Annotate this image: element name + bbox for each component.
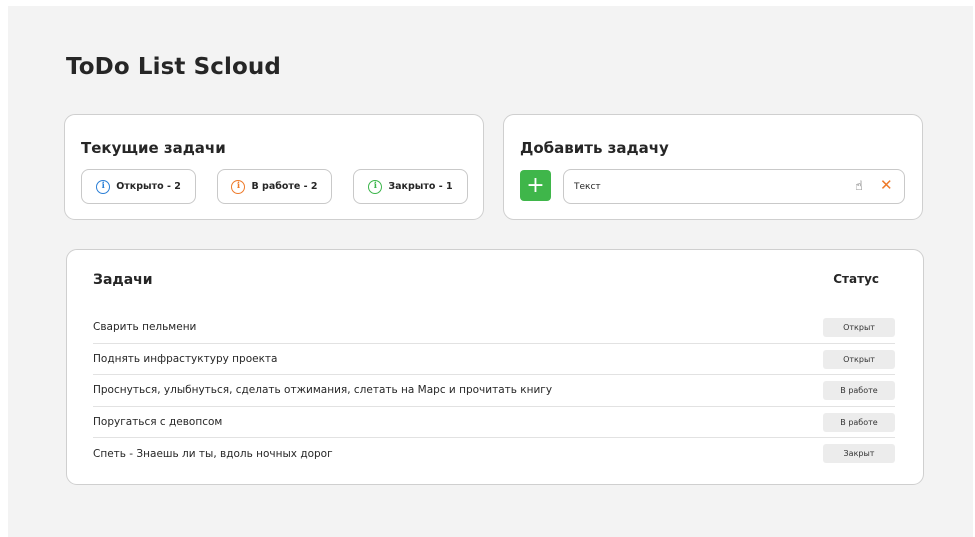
- open-count-label: Открыто - 2: [116, 181, 181, 192]
- closed-count-chip[interactable]: i Закрыто - 1: [353, 169, 468, 204]
- task-text: Поднять инфрастуктуру проекта: [93, 352, 278, 365]
- info-icon: i: [231, 179, 246, 194]
- task-input[interactable]: [574, 170, 844, 203]
- task-row[interactable]: Проснуться, улыбнуться, сделать отжимани…: [93, 375, 895, 407]
- closed-count-label: Закрыто - 1: [388, 181, 453, 192]
- add-task-button[interactable]: +: [520, 170, 551, 201]
- task-text: Сварить пельмени: [93, 321, 197, 334]
- app-canvas: ToDo List Scloud Текущие задачи i Открыт…: [8, 6, 973, 537]
- status-badge[interactable]: Открыт: [823, 349, 895, 369]
- tasks-card: Задачи Статус Сварить пельмени Открыт По…: [66, 249, 924, 485]
- task-text: Проснуться, улыбнуться, сделать отжимани…: [93, 384, 553, 397]
- tasks-title: Задачи: [93, 272, 153, 288]
- plus-icon: +: [526, 172, 545, 198]
- status-column-header: Статус: [833, 272, 879, 286]
- add-task-title: Добавить задачу: [520, 139, 669, 157]
- task-row[interactable]: Сварить пельмени Открыт: [93, 312, 895, 344]
- task-text: Спеть - Знаешь ли ты, вдоль ночных дорог: [93, 447, 333, 460]
- current-tasks-card: Текущие задачи i Открыто - 2 i В работе …: [64, 114, 484, 220]
- task-row[interactable]: Спеть - Знаешь ли ты, вдоль ночных дорог…: [93, 438, 895, 470]
- task-row[interactable]: Поругаться с девопсом В работе: [93, 407, 895, 438]
- current-tasks-title: Текущие задачи: [81, 139, 226, 157]
- info-icon: i: [96, 179, 111, 194]
- status-badge[interactable]: В работе: [823, 381, 895, 400]
- task-input-field[interactable]: ☝ ✕: [563, 169, 905, 204]
- in-progress-count-chip[interactable]: i В работе - 2: [217, 169, 332, 204]
- close-icon[interactable]: ✕: [880, 178, 893, 193]
- status-badge[interactable]: В работе: [823, 412, 895, 432]
- hand-cursor-icon: ☝: [855, 179, 863, 194]
- task-list: Сварить пельмени Открыт Поднять инфрасту…: [93, 312, 895, 470]
- info-icon: i: [368, 179, 383, 194]
- task-text: Поругаться с девопсом: [93, 415, 223, 428]
- in-progress-count-label: В работе - 2: [251, 181, 318, 192]
- task-row[interactable]: Поднять инфрастуктуру проекта Открыт: [93, 344, 895, 375]
- status-badge[interactable]: Открыт: [823, 318, 895, 337]
- page-title: ToDo List Scloud: [66, 54, 281, 80]
- status-badge[interactable]: Закрыт: [823, 444, 895, 463]
- open-count-chip[interactable]: i Открыто - 2: [81, 169, 196, 204]
- add-task-card: Добавить задачу + ☝ ✕: [503, 114, 923, 220]
